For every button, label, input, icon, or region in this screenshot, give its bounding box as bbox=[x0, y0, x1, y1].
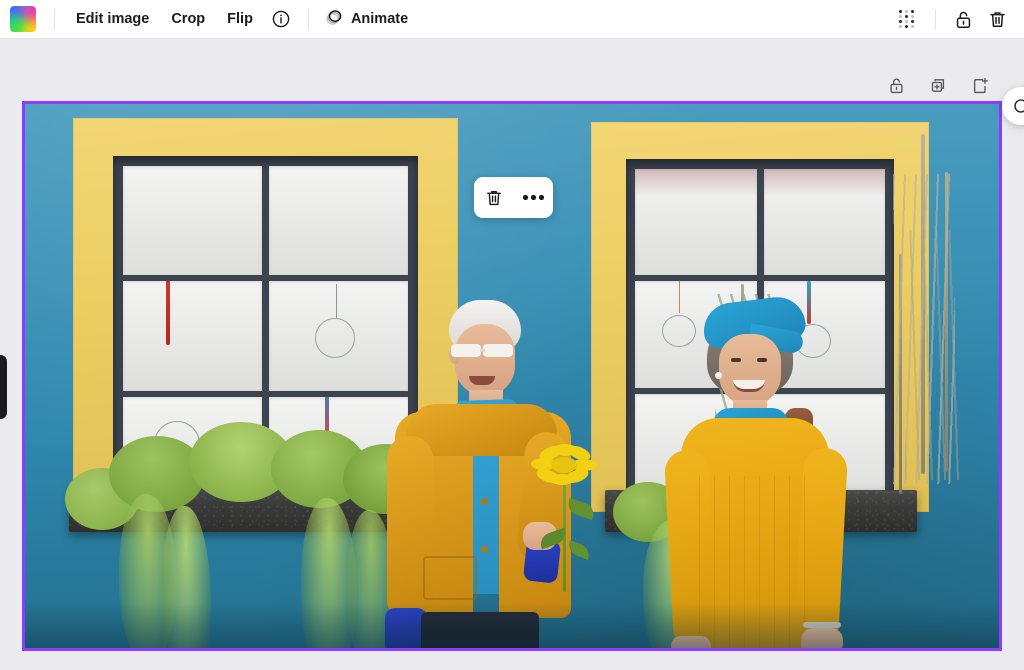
unlock-icon[interactable] bbox=[948, 4, 978, 34]
man-cardigan-button bbox=[481, 546, 488, 553]
ground-shadow bbox=[25, 602, 999, 648]
delete-icon[interactable] bbox=[982, 4, 1012, 34]
man-cardigan-pocket bbox=[423, 556, 477, 600]
flip-button[interactable]: Flip bbox=[216, 6, 264, 33]
animate-label: Animate bbox=[350, 10, 409, 27]
three-dots bbox=[523, 195, 544, 200]
woman-figure bbox=[645, 293, 855, 648]
woman-eye bbox=[757, 358, 767, 362]
editor-canvas[interactable] bbox=[0, 39, 1024, 670]
toolbar-divider-2 bbox=[307, 8, 309, 30]
red-ribbon bbox=[166, 281, 171, 345]
info-circle-icon[interactable] bbox=[266, 4, 296, 34]
checker-grid bbox=[897, 8, 919, 30]
top-toolbar: Edit image Crop Flip Animate bbox=[0, 0, 1024, 39]
glass-pane bbox=[123, 166, 262, 276]
glass-pane bbox=[269, 166, 408, 276]
man-sunglasses bbox=[451, 344, 517, 357]
toolbar-right-group bbox=[891, 0, 1024, 38]
hanging-hoop-decoration bbox=[314, 318, 355, 359]
flower-leaf bbox=[565, 539, 593, 561]
side-round-button[interactable] bbox=[1002, 87, 1024, 125]
trash-icon[interactable] bbox=[479, 183, 509, 213]
flower-leaf bbox=[565, 498, 597, 520]
toolbar-left-group: Edit image Crop Flip Animate bbox=[0, 0, 418, 38]
panel-drag-handle[interactable] bbox=[0, 355, 7, 419]
tall-dried-plants bbox=[887, 134, 977, 534]
man-cardigan-button bbox=[481, 498, 488, 505]
hanging-string bbox=[335, 283, 338, 319]
woman-face bbox=[719, 334, 781, 406]
glass-pane bbox=[123, 281, 262, 391]
animate-layers-icon bbox=[323, 6, 345, 33]
edit-image-button[interactable]: Edit image bbox=[65, 6, 160, 33]
woman-earring bbox=[715, 372, 722, 379]
add-page-icon[interactable] bbox=[966, 71, 994, 99]
image-context-toolbar bbox=[474, 177, 553, 218]
glass-pane bbox=[763, 168, 886, 276]
duplicate-icon[interactable] bbox=[924, 71, 952, 99]
image-actions-row bbox=[882, 71, 994, 99]
transparency-checkerboard-icon[interactable] bbox=[893, 4, 923, 34]
toolbar-divider bbox=[54, 8, 55, 30]
animate-button[interactable]: Animate bbox=[319, 2, 418, 37]
glass-pane bbox=[634, 168, 757, 276]
more-options-icon[interactable] bbox=[518, 183, 548, 213]
yellow-flower bbox=[523, 440, 603, 600]
flower-head bbox=[531, 442, 597, 488]
rainbow-gradient-thumbnail[interactable] bbox=[10, 6, 36, 32]
crop-button[interactable]: Crop bbox=[160, 6, 216, 33]
toolbar-divider-3 bbox=[935, 8, 936, 30]
unlock-icon[interactable] bbox=[882, 71, 910, 99]
man-face bbox=[455, 324, 515, 396]
woman-eye bbox=[731, 358, 741, 362]
